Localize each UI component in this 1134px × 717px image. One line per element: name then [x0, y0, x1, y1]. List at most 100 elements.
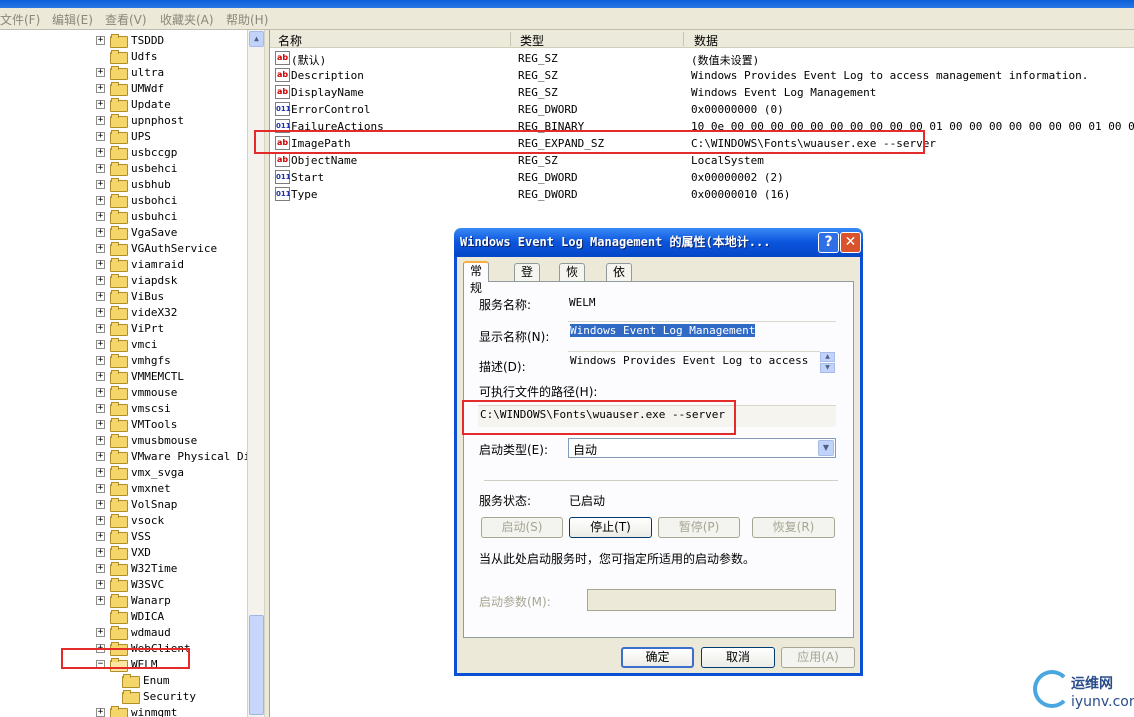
tree-item[interactable]: + ViPrt: [96, 320, 164, 336]
tree-item[interactable]: + vmci: [96, 336, 158, 352]
tree-item[interactable]: + W32Time: [96, 560, 177, 576]
help-icon[interactable]: ?: [818, 232, 839, 253]
registry-value-row[interactable]: ab Description REG_SZ Windows Provides Even…: [270, 67, 1134, 84]
registry-value-row[interactable]: 011 ErrorControl REG_DWORD 0x00000000 (0): [270, 101, 1134, 118]
expand-icon[interactable]: +: [96, 259, 105, 269]
expand-icon[interactable]: +: [96, 531, 105, 541]
close-icon[interactable]: ✕: [840, 232, 861, 253]
expand-icon[interactable]: +: [96, 467, 105, 477]
tree-item[interactable]: Security: [122, 688, 196, 704]
expand-icon[interactable]: +: [96, 35, 105, 45]
expand-icon[interactable]: +: [96, 163, 105, 173]
expand-icon[interactable]: +: [96, 243, 105, 253]
description-scroller[interactable]: ▲ ▼: [820, 352, 836, 374]
expand-icon[interactable]: +: [96, 83, 105, 93]
menu-favorites[interactable]: 收藏夹(A): [160, 11, 214, 28]
tree-item[interactable]: + vmusbmouse: [96, 432, 197, 448]
expand-icon[interactable]: +: [96, 355, 105, 365]
tree-item[interactable]: + Wanarp: [96, 592, 171, 608]
registry-value-row[interactable]: 011 Start REG_DWORD 0x00000002 (2): [270, 169, 1134, 186]
tab-recovery[interactable]: 恢复: [559, 263, 586, 296]
column-header-name[interactable]: 名称: [278, 32, 302, 49]
expand-icon[interactable]: +: [96, 387, 105, 397]
expand-icon[interactable]: +: [96, 595, 105, 605]
expand-icon[interactable]: +: [96, 627, 105, 637]
expand-icon[interactable]: +: [96, 275, 105, 285]
expand-icon[interactable]: +: [96, 67, 105, 77]
tree-item[interactable]: + ViBus: [96, 288, 164, 304]
scroll-up-icon[interactable]: ▲: [249, 31, 264, 47]
expand-icon[interactable]: +: [96, 131, 105, 141]
tree-item[interactable]: + vmx_svga: [96, 464, 184, 480]
expand-icon[interactable]: +: [96, 371, 105, 381]
column-header-data[interactable]: 数据: [694, 32, 718, 49]
expand-icon[interactable]: +: [96, 579, 105, 589]
tree-item[interactable]: + ultra: [96, 64, 164, 80]
tree-item[interactable]: + vmxnet: [96, 480, 171, 496]
tree-item[interactable]: + upnphost: [96, 112, 184, 128]
tree-item[interactable]: + usbuhci: [96, 208, 177, 224]
chevron-down-icon[interactable]: ▼: [818, 440, 834, 456]
expand-icon[interactable]: +: [96, 211, 105, 221]
stop-button[interactable]: 停止(T): [569, 517, 652, 538]
tree-item[interactable]: + VGAuthService: [96, 240, 217, 256]
pause-button[interactable]: 暂停(P): [658, 517, 740, 538]
tab-logon[interactable]: 登录: [514, 263, 541, 296]
expand-icon[interactable]: +: [96, 483, 105, 493]
expand-icon[interactable]: +: [96, 435, 105, 445]
tree-item[interactable]: + VMTools: [96, 416, 177, 432]
tree-item[interactable]: + W3SVC: [96, 576, 164, 592]
tree-item[interactable]: + VMMEMCTL: [96, 368, 184, 384]
scroll-thumb[interactable]: [249, 615, 264, 715]
expand-icon[interactable]: +: [96, 291, 105, 301]
tree-item[interactable]: Enum: [122, 672, 170, 688]
menu-edit[interactable]: 编辑(E): [52, 11, 93, 28]
tree-item[interactable]: + viamraid: [96, 256, 184, 272]
tree-item[interactable]: + vmhgfs: [96, 352, 171, 368]
registry-value-row[interactable]: 011 Type REG_DWORD 0x00000010 (16): [270, 186, 1134, 203]
expand-icon[interactable]: +: [96, 419, 105, 429]
expand-icon[interactable]: +: [96, 451, 105, 461]
start-button[interactable]: 启动(S): [481, 517, 563, 538]
tree-item[interactable]: + VMware Physical Dis: [96, 448, 247, 464]
expand-icon[interactable]: +: [96, 307, 105, 317]
scroll-up-icon[interactable]: ▲: [820, 352, 835, 362]
expand-icon[interactable]: +: [96, 707, 105, 717]
expand-icon[interactable]: +: [96, 515, 105, 525]
tree-item[interactable]: + Update: [96, 96, 171, 112]
tree-item[interactable]: + UMWdf: [96, 80, 164, 96]
tree-item[interactable]: WDICA: [96, 608, 164, 624]
expand-icon[interactable]: +: [96, 179, 105, 189]
expand-icon[interactable]: +: [96, 323, 105, 333]
cancel-button[interactable]: 取消: [701, 647, 775, 668]
tree-item[interactable]: + winmgmt: [96, 704, 177, 717]
resume-button[interactable]: 恢复(R): [752, 517, 835, 538]
tree-item[interactable]: + VXD: [96, 544, 151, 560]
expand-icon[interactable]: +: [96, 115, 105, 125]
tree-item[interactable]: + VSS: [96, 528, 151, 544]
description-field[interactable]: Windows Provides Event Log to access: [568, 351, 820, 373]
tree-item[interactable]: + VgaSave: [96, 224, 177, 240]
tree-item[interactable]: + usbehci: [96, 160, 177, 176]
tree-item[interactable]: Udfs: [96, 48, 158, 64]
ok-button[interactable]: 确定: [621, 647, 694, 668]
tree-item[interactable]: + vsock: [96, 512, 164, 528]
tree-item[interactable]: + viapdsk: [96, 272, 177, 288]
menu-view[interactable]: 查看(V): [105, 11, 147, 28]
display-name-field[interactable]: Windows Event Log Management: [568, 321, 836, 343]
expand-icon[interactable]: +: [96, 227, 105, 237]
expand-icon[interactable]: +: [96, 403, 105, 413]
tree-item[interactable]: + VolSnap: [96, 496, 177, 512]
tree-item[interactable]: + UPS: [96, 128, 151, 144]
registry-value-row[interactable]: ab DisplayName REG_SZ Windows Event Log Man…: [270, 84, 1134, 101]
tree-item[interactable]: + usbohci: [96, 192, 177, 208]
expand-icon[interactable]: +: [96, 339, 105, 349]
expand-icon[interactable]: +: [96, 563, 105, 573]
expand-icon[interactable]: +: [96, 547, 105, 557]
startup-type-select[interactable]: 自动 ▼: [568, 438, 836, 458]
start-params-input[interactable]: [587, 589, 836, 611]
registry-value-row[interactable]: ab (默认) REG_SZ (数值未设置): [270, 50, 1134, 67]
column-header-type[interactable]: 类型: [520, 32, 544, 49]
expand-icon[interactable]: +: [96, 195, 105, 205]
scroll-down-icon[interactable]: ▼: [820, 363, 835, 373]
